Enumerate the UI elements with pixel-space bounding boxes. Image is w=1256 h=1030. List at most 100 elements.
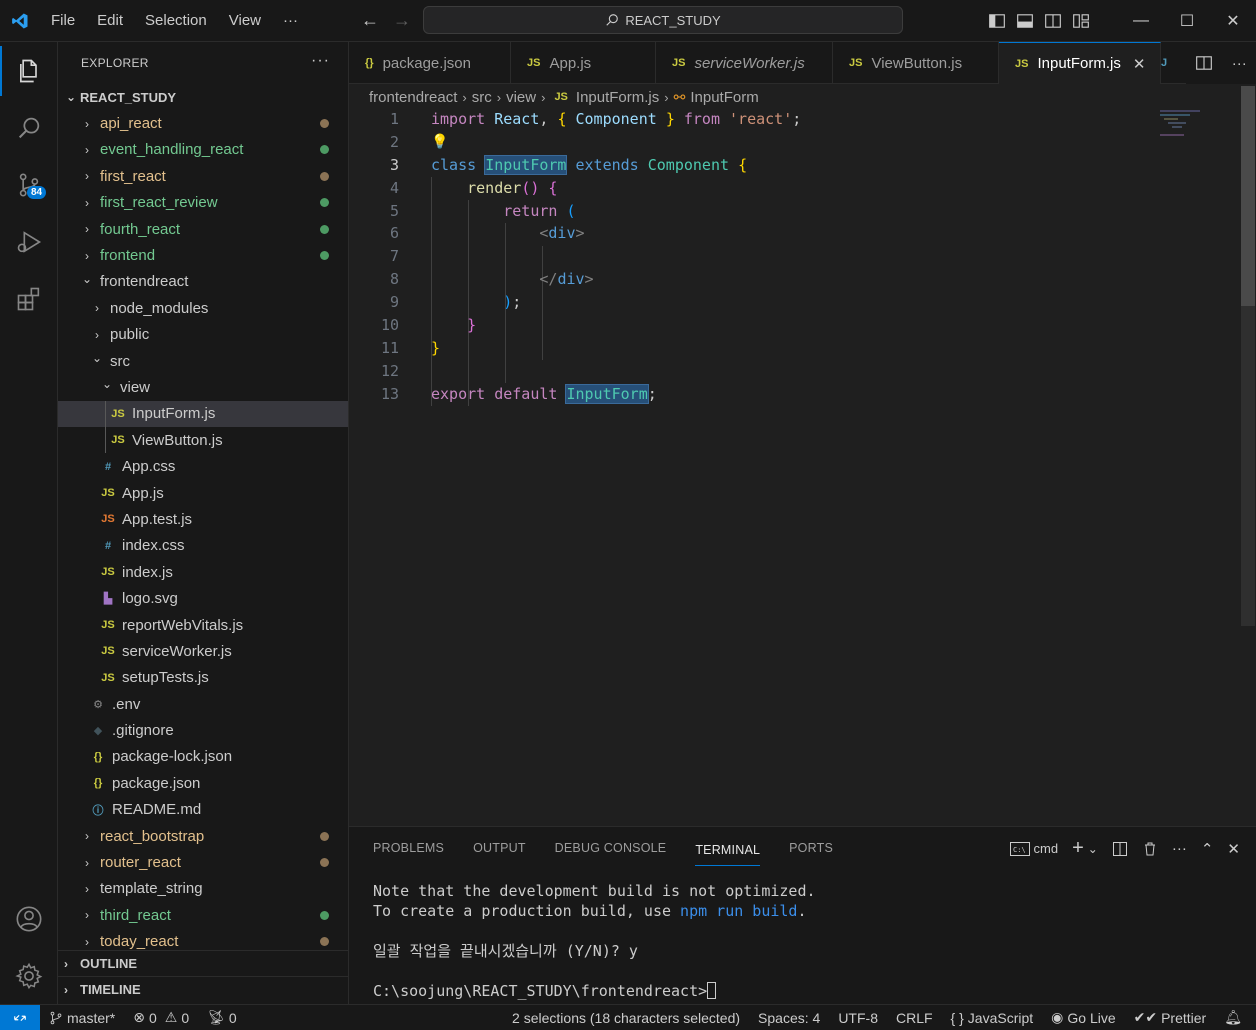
git-branch[interactable]: master* [40,1010,124,1026]
search-activity[interactable] [0,99,58,156]
tree-folder[interactable]: › template_string [58,876,348,902]
tree-file[interactable]: ⚙ .env [58,691,348,717]
tree-file[interactable]: JS serviceWorker.js [58,638,348,664]
tree-file[interactable]: JS reportWebVitals.js [58,612,348,638]
tab-inputform-js[interactable]: JS InputForm.js ✕ [999,42,1161,84]
prettier-status[interactable]: ✔✔ Prettier [1125,1009,1216,1026]
tree-file[interactable]: {} package-lock.json [58,744,348,770]
indentation-status[interactable]: Spaces: 4 [749,1010,829,1026]
outline-section[interactable]: › OUTLINE [58,950,348,976]
terminal-output[interactable]: Note that the development build is not o… [349,881,1256,1001]
tree-file[interactable]: JS App.js [58,480,348,506]
source-control-activity[interactable]: 84 [0,156,58,213]
tree-folder[interactable]: › event_handling_react [58,137,348,163]
maximize-button[interactable]: ☐ [1164,0,1210,42]
close-tab-icon[interactable]: ✕ [1133,55,1146,73]
explorer-activity[interactable] [0,42,58,99]
selection-status[interactable]: 2 selections (18 characters selected) [503,1010,749,1026]
chevron-down-icon[interactable]: ⌄ [1088,842,1098,856]
tree-folder[interactable]: › public [58,322,348,348]
tree-folder[interactable]: › frontend [58,242,348,268]
tree-file[interactable]: ▙ logo.svg [58,585,348,611]
tab-problems[interactable]: PROBLEMS [373,841,444,855]
encoding-status[interactable]: UTF-8 [829,1010,887,1026]
tree-folder[interactable]: ⌄ frontendreact [58,269,348,295]
tree-folder[interactable]: ⌄ view [58,374,348,400]
terminal-shell-selector[interactable]: C:\ cmd [1009,841,1058,857]
menu-view[interactable]: View [218,12,272,29]
breadcrumb-item[interactable]: src [472,89,492,106]
toggle-secondary-sidebar-icon[interactable] [1044,12,1062,30]
split-editor-icon[interactable] [1195,54,1213,72]
code-editor[interactable]: 1 import React, { Component } from 'react… [349,108,1239,826]
overflow-tab[interactable]: J [1161,42,1173,84]
lightbulb-icon[interactable]: 💡 [431,131,448,154]
tree-file[interactable]: JS setupTests.js [58,665,348,691]
tree-folder[interactable]: › first_react_review [58,190,348,216]
tree-file[interactable]: JS App.test.js [58,506,348,532]
accounts-activity[interactable] [0,890,58,947]
tree-file[interactable]: {} package.json [58,770,348,796]
tab-package-json[interactable]: {} package.json [349,42,511,84]
trash-icon[interactable] [1142,841,1158,857]
tree-file[interactable]: JS InputForm.js [58,400,348,428]
menu-more[interactable]: ··· [272,12,309,29]
problems-summary[interactable]: ⊗ 0 ⚠ 0 [124,1009,198,1026]
tree-file[interactable]: ◆ .gitignore [58,717,348,743]
editor-scrollbar-thumb[interactable] [1241,86,1255,306]
timeline-section[interactable]: › TIMELINE [58,976,348,1002]
tree-folder[interactable]: › api_react [58,110,348,136]
tab-serviceworker-js[interactable]: JS serviceWorker.js [656,42,833,84]
minimize-button[interactable]: — [1118,0,1164,42]
tab-app-js[interactable]: JS App.js [511,42,656,84]
eol-status[interactable]: CRLF [887,1010,942,1026]
tree-file[interactable]: JS index.js [58,559,348,585]
explorer-more-actions[interactable]: ··· [311,52,330,70]
breadcrumb-item[interactable]: frontendreact [369,89,457,106]
language-mode[interactable]: { } JavaScript [942,1010,1043,1026]
ports-indicator[interactable]: 📡︎ 0 [198,1009,246,1026]
tree-folder[interactable]: › node_modules [58,295,348,321]
tree-folder[interactable]: ⌄ src [58,348,348,374]
menu-file[interactable]: File [40,12,86,29]
remote-indicator[interactable] [0,1004,40,1030]
more-actions-icon[interactable]: ··· [1172,840,1187,857]
tree-file[interactable]: ⓘ README.md [58,797,348,823]
customize-layout-icon[interactable] [1072,12,1090,30]
tab-terminal[interactable]: TERMINAL [695,831,761,866]
tree-folder[interactable]: › first_react [58,163,348,189]
tree-file[interactable]: # index.css [58,533,348,559]
workspace-root[interactable]: ⌄ REACT_STUDY [58,84,348,110]
maximize-panel-icon[interactable]: ⌃ [1201,840,1214,858]
more-actions-icon[interactable]: ··· [1232,55,1247,72]
extensions-activity[interactable] [0,270,58,327]
menu-edit[interactable]: Edit [86,12,134,29]
tree-folder[interactable]: › fourth_react [58,216,348,242]
command-center-search[interactable]: REACT_STUDY [423,6,903,34]
tab-output[interactable]: OUTPUT [473,841,526,855]
toggle-panel-icon[interactable] [1016,12,1034,30]
forward-arrow-icon[interactable]: → [393,10,411,31]
tab-viewbutton-js[interactable]: JS ViewButton.js [833,42,999,84]
new-terminal-icon[interactable]: + [1072,837,1084,860]
run-debug-activity[interactable] [0,213,58,270]
tab-ports[interactable]: PORTS [789,841,833,855]
go-live-button[interactable]: ◉ Go Live [1042,1009,1124,1026]
breadcrumb-item[interactable]: InputForm.js [576,89,659,106]
tree-file[interactable]: # App.css [58,453,348,479]
close-window-button[interactable]: ✕ [1210,0,1256,42]
tree-folder[interactable]: › router_react [58,849,348,875]
back-arrow-icon[interactable]: ← [361,10,379,31]
menu-selection[interactable]: Selection [134,12,218,29]
tree-file[interactable]: JS ViewButton.js [58,427,348,454]
tab-debug-console[interactable]: DEBUG CONSOLE [555,841,667,855]
notifications-bell[interactable]: 🔔︎ [1215,1009,1256,1026]
manage-activity[interactable] [0,947,58,1004]
breadcrumb-item[interactable]: InputForm [690,89,758,106]
toggle-primary-sidebar-icon[interactable] [988,12,1006,30]
breadcrumb-item[interactable]: view [506,89,536,106]
tree-folder[interactable]: › third_react [58,902,348,928]
split-terminal-icon[interactable] [1112,841,1128,857]
tree-folder[interactable]: › react_bootstrap [58,823,348,849]
close-panel-icon[interactable]: ✕ [1227,840,1240,858]
